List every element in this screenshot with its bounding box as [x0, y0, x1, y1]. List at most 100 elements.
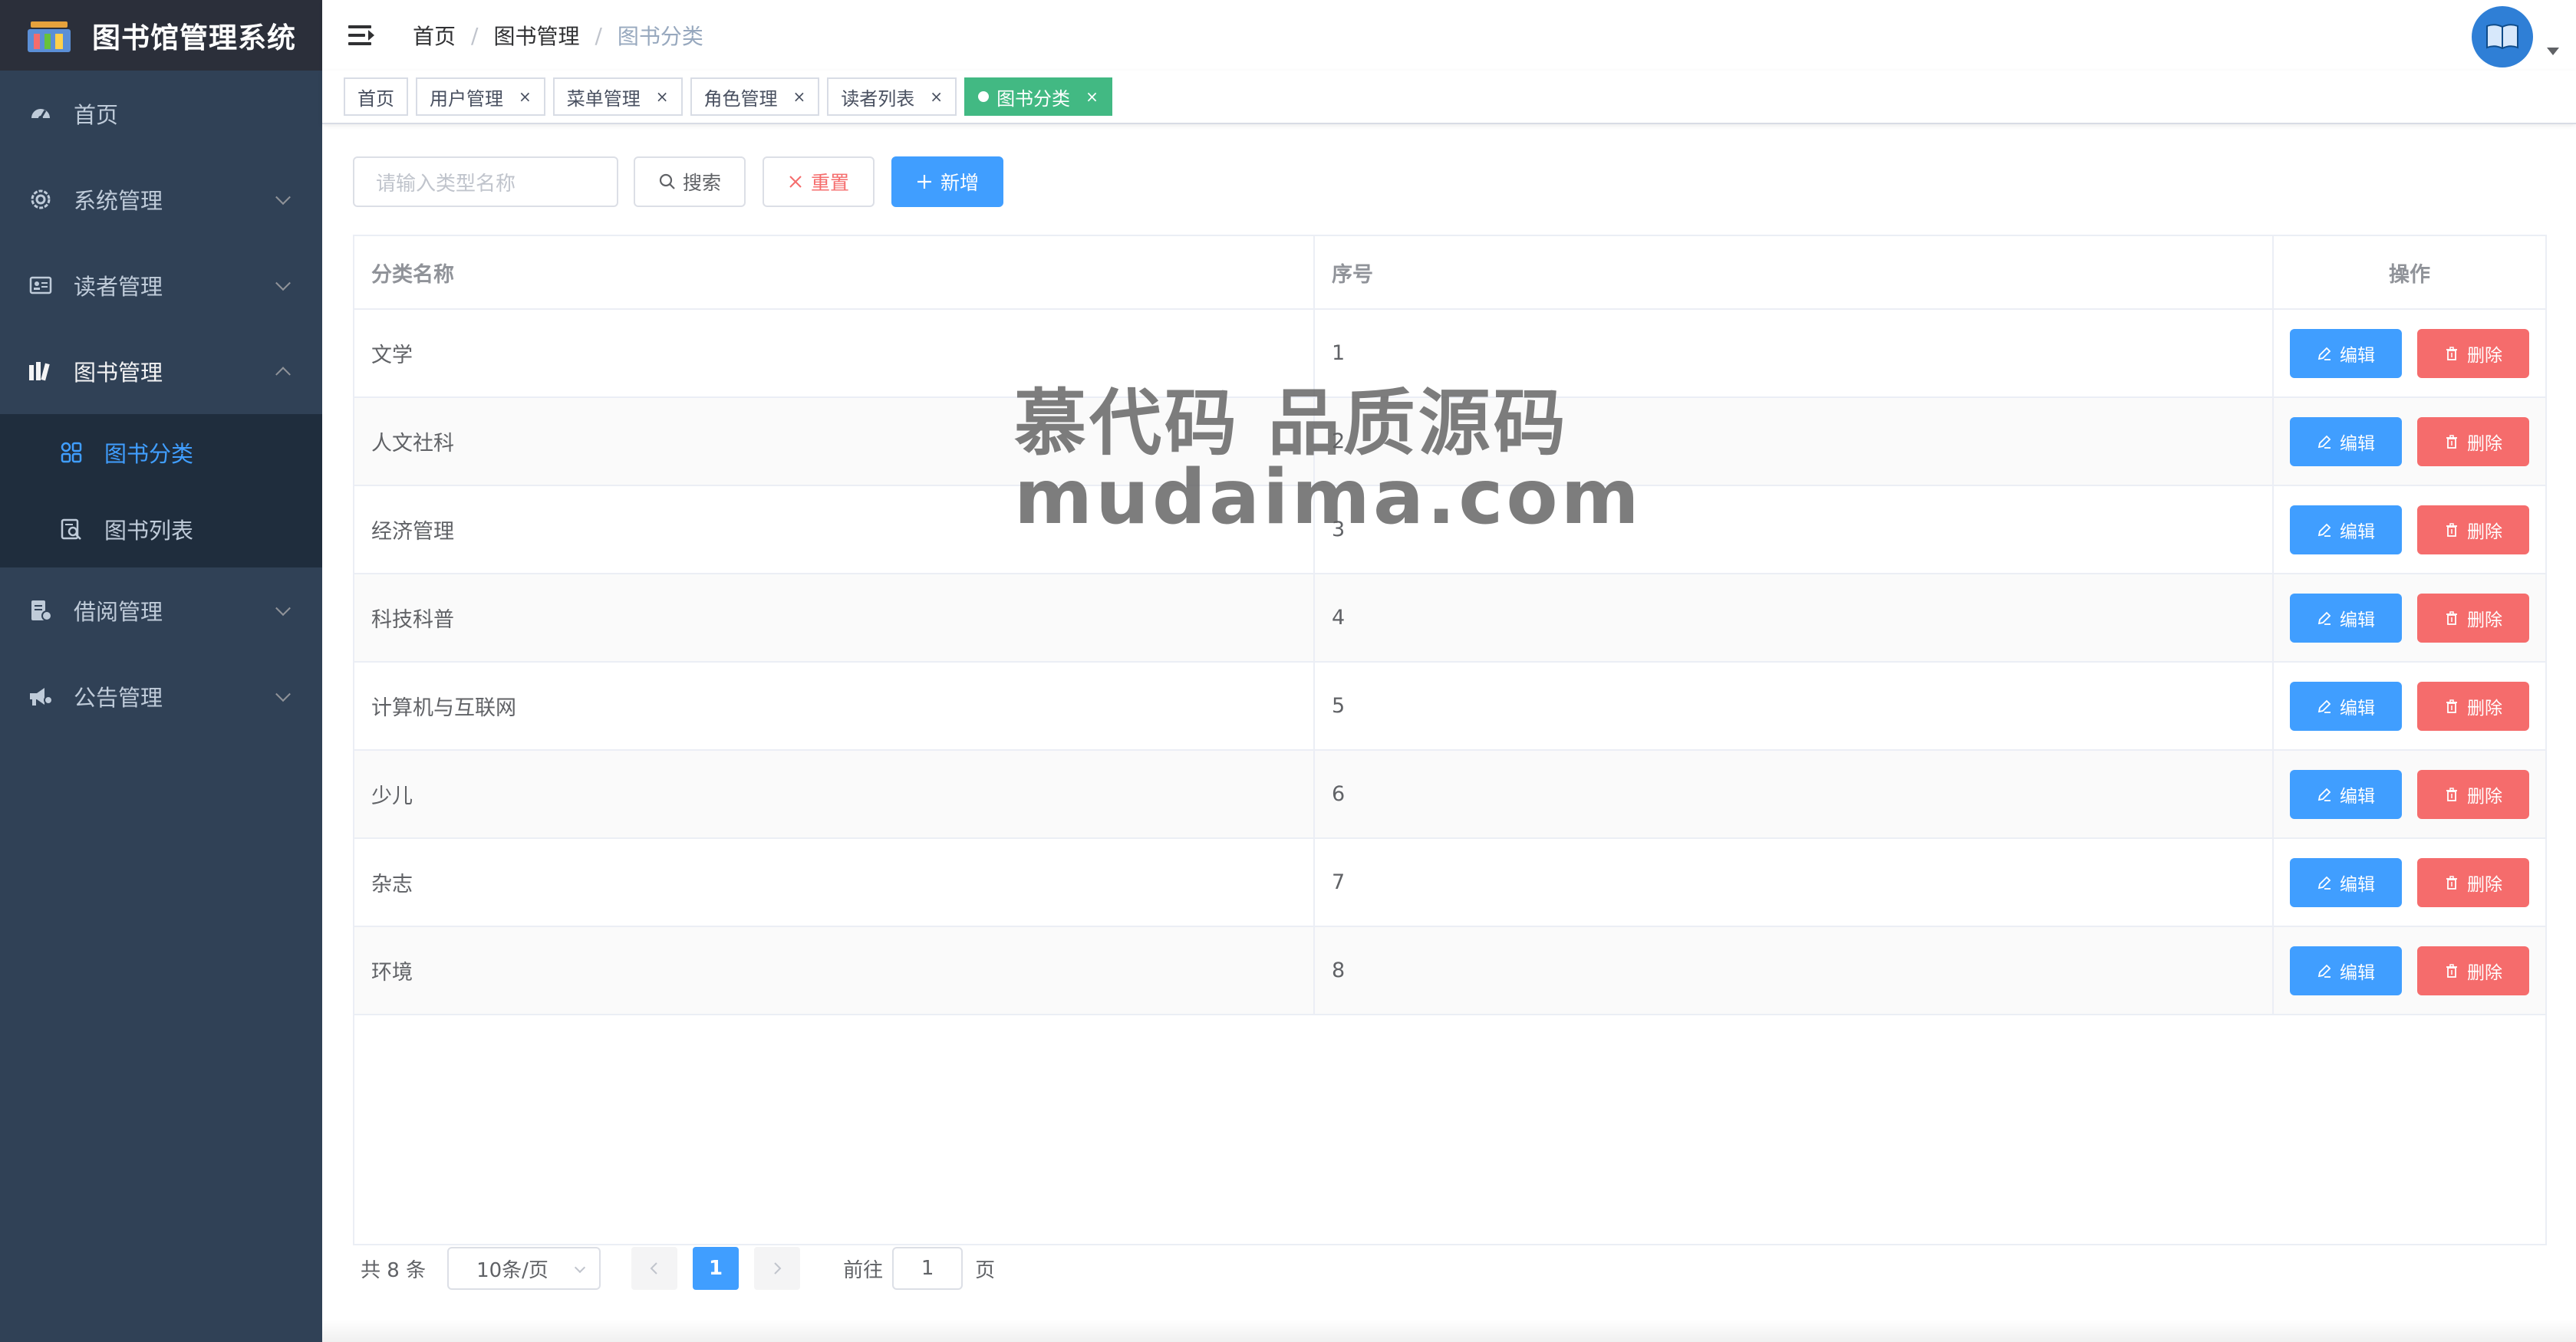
goto-suffix: 页 [975, 1258, 996, 1282]
breadcrumb-item[interactable]: 首页 [413, 20, 456, 51]
prev-page-button[interactable] [631, 1247, 678, 1290]
sidebar-item-system[interactable]: 系统管理 [0, 156, 322, 242]
edit-icon [2317, 347, 2331, 360]
category-name-cell: 计算机与互联网 [354, 663, 1315, 749]
order-cell: 8 [1315, 927, 2274, 1014]
tags-view: 首页 用户管理 × 菜单管理 × 角色管理 × 读者列表 × 图书分类 × [322, 71, 2576, 124]
tag-label: 用户管理 [430, 87, 503, 110]
breadcrumb-item[interactable]: 图书管理 [493, 20, 579, 51]
column-header-order: 序号 [1315, 236, 2274, 308]
edit-button[interactable]: 编辑 [2290, 593, 2402, 643]
edit-button[interactable]: 编辑 [2290, 857, 2402, 907]
search-icon [659, 173, 675, 189]
reset-button[interactable]: 重置 [763, 156, 875, 207]
tag-reader-list[interactable]: 读者列表 × [827, 77, 957, 116]
chevron-left-icon [650, 1262, 657, 1275]
category-name-search-input[interactable]: 请输入类型名称 [353, 156, 618, 207]
order-cell: 7 [1315, 839, 2274, 926]
order-cell: 4 [1315, 574, 2274, 661]
sidebar-item-notice[interactable]: 公告管理 [0, 653, 322, 739]
caret-down-icon[interactable] [2547, 48, 2559, 55]
edit-button[interactable]: 编辑 [2290, 416, 2402, 466]
delete-button[interactable]: 删除 [2417, 593, 2529, 643]
actions-cell: 编辑 删除 [2274, 486, 2545, 573]
edit-button[interactable]: 编辑 [2290, 328, 2402, 378]
table-row: 科技科普 4 编辑 删除 [354, 574, 2545, 663]
active-dot-icon [978, 91, 990, 102]
chevron-up-icon [275, 367, 291, 383]
edit-button[interactable]: 编辑 [2290, 505, 2402, 554]
delete-button[interactable]: 删除 [2417, 505, 2529, 554]
search-input-placeholder: 请输入类型名称 [376, 172, 516, 196]
books-submenu: 图书分类 图书列表 [0, 414, 322, 567]
close-icon[interactable]: × [793, 87, 806, 106]
search-button[interactable]: 搜索 [634, 156, 746, 207]
delete-button-label: 删除 [2467, 874, 2502, 895]
delete-button-label: 删除 [2467, 521, 2502, 542]
tag-user-management[interactable]: 用户管理 × [416, 77, 545, 116]
close-icon[interactable]: × [1085, 87, 1099, 106]
category-name-cell: 杂志 [354, 839, 1315, 926]
sidebar-item-readers[interactable]: 读者管理 [0, 242, 322, 328]
sidebar-item-home[interactable]: 首页 [0, 71, 322, 156]
actions-cell: 编辑 删除 [2274, 310, 2545, 396]
tag-label: 读者列表 [841, 87, 915, 110]
close-icon[interactable]: × [519, 87, 532, 106]
add-button[interactable]: 新增 [891, 156, 1003, 207]
close-icon [789, 176, 802, 188]
edit-icon [2317, 699, 2331, 713]
trash-icon [2446, 346, 2457, 360]
actions-cell: 编辑 删除 [2274, 839, 2545, 926]
delete-button[interactable]: 删除 [2417, 857, 2529, 907]
tag-home[interactable]: 首页 [344, 77, 408, 116]
search-toolbar: 请输入类型名称 搜索 重置 新增 [353, 156, 1020, 207]
add-button-label: 新增 [940, 172, 979, 194]
edit-button[interactable]: 编辑 [2290, 769, 2402, 819]
avatar[interactable] [2472, 6, 2533, 67]
goto-page-input[interactable]: 1 [892, 1247, 964, 1290]
delete-button[interactable]: 删除 [2417, 769, 2529, 819]
tag-menu-management[interactable]: 菜单管理 × [552, 77, 683, 116]
sidebar-item-book-list[interactable]: 图书列表 [0, 491, 322, 567]
tag-role-management[interactable]: 角色管理 × [690, 77, 820, 116]
goto-page: 前往 1 页 [843, 1247, 995, 1290]
sidebar-item-label: 图书管理 [74, 360, 163, 386]
delete-button[interactable]: 删除 [2417, 416, 2529, 466]
app-root: 图书馆管理系统 首页 系统管理 读者管理 图书管理 图书分类 图书列表 借阅管理… [0, 0, 2576, 1342]
trash-icon [2446, 963, 2457, 978]
tag-label: 首页 [357, 87, 394, 110]
edit-button[interactable]: 编辑 [2290, 946, 2402, 995]
sidebar: 图书馆管理系统 首页 系统管理 读者管理 图书管理 图书分类 图书列表 借阅管理… [0, 0, 322, 1342]
reset-button-label: 重置 [810, 172, 849, 194]
close-icon[interactable]: × [930, 87, 943, 106]
watermark-line2: mudaima.com [1014, 454, 1642, 541]
table-row: 计算机与互联网 5 编辑 删除 [354, 663, 2545, 751]
column-header-actions: 操作 [2389, 262, 2430, 287]
tag-book-category[interactable]: 图书分类 × [964, 77, 1112, 116]
next-page-button[interactable] [754, 1247, 801, 1290]
actions-cell: 编辑 删除 [2274, 927, 2545, 1014]
edit-button[interactable]: 编辑 [2290, 681, 2402, 731]
breadcrumb-separator: / [471, 22, 479, 48]
gear-icon [28, 186, 54, 212]
sidebar-item-label: 首页 [74, 102, 119, 128]
hamburger-menu-icon[interactable] [348, 24, 376, 47]
close-icon[interactable]: × [656, 87, 669, 106]
chevron-down-icon [275, 686, 291, 702]
page-number-button[interactable]: 1 [693, 1247, 740, 1290]
sidebar-item-borrow[interactable]: 借阅管理 [0, 567, 322, 653]
edit-icon [2317, 435, 2331, 449]
logo-area[interactable]: 图书馆管理系统 [0, 0, 322, 71]
delete-button-label: 删除 [2467, 610, 2502, 630]
sidebar-item-books[interactable]: 图书管理 [0, 328, 322, 414]
sidebar-item-book-category[interactable]: 图书分类 [0, 414, 322, 491]
delete-button[interactable]: 删除 [2417, 328, 2529, 378]
category-name-cell: 少儿 [354, 751, 1315, 837]
delete-button-label: 删除 [2467, 786, 2502, 807]
delete-button[interactable]: 删除 [2417, 946, 2529, 995]
delete-button-label: 删除 [2467, 433, 2502, 454]
borrow-icon [28, 597, 54, 623]
delete-button[interactable]: 删除 [2417, 681, 2529, 731]
page-size-value: 10条/页 [476, 1258, 548, 1282]
page-size-select[interactable]: 10条/页 [447, 1247, 601, 1290]
